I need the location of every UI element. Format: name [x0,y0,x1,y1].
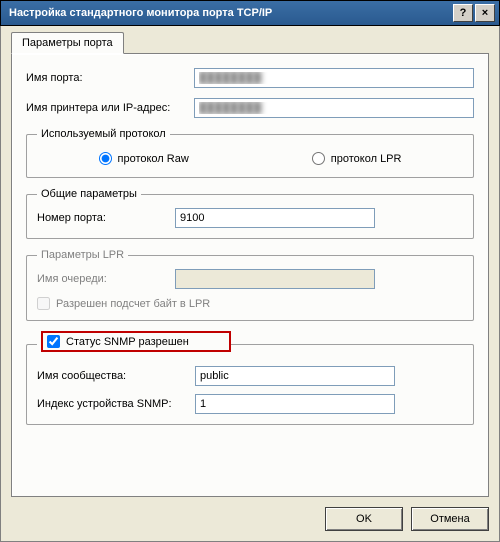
port-name-label: Имя порта: [26,72,186,84]
general-legend: Общие параметры [37,188,141,200]
protocol-raw-label: протокол Raw [118,153,189,165]
port-name-input[interactable] [194,68,474,88]
snmp-group: Статус SNMP разрешен Имя сообщества: Инд… [26,331,474,425]
dialog-body: Параметры порта Имя порта: Имя принтера … [0,26,500,542]
snmp-enable-highlight: Статус SNMP разрешен [41,331,231,352]
port-number-input[interactable] [175,208,375,228]
snmp-enable-checkbox[interactable] [47,335,60,348]
port-number-label: Номер порта: [37,212,167,224]
lpr-queue-input [175,269,375,289]
ok-button[interactable]: OK [325,507,403,531]
lpr-queue-label: Имя очереди: [37,273,167,285]
titlebar: Настройка стандартного монитора порта TC… [0,0,500,26]
tab-port-params[interactable]: Параметры порта [11,32,124,54]
snmp-community-input[interactable] [195,366,395,386]
printer-addr-row: Имя принтера или IP-адрес: [26,98,474,118]
snmp-index-label: Индекс устройства SNMP: [37,398,187,410]
snmp-community-label: Имя сообщества: [37,370,187,382]
lpr-bytecount-label: Разрешен подсчет байт в LPR [56,298,210,310]
help-button[interactable]: ? [453,4,473,22]
protocol-lpr-radio[interactable]: протокол LPR [312,152,402,165]
general-group: Общие параметры Номер порта: [26,188,474,239]
lpr-bytecount-input [37,297,50,310]
lpr-legend: Параметры LPR [37,249,128,261]
window-title: Настройка стандартного монитора порта TC… [9,7,451,19]
snmp-index-input[interactable] [195,394,395,414]
printer-addr-input[interactable] [194,98,474,118]
snmp-enable-label: Статус SNMP разрешен [66,336,189,348]
lpr-bytecount-check: Разрешен подсчет байт в LPR [37,297,463,310]
protocol-raw-input[interactable] [99,152,112,165]
protocol-group: Используемый протокол протокол Raw прото… [26,128,474,178]
port-number-row: Номер порта: [37,208,463,228]
snmp-index-row: Индекс устройства SNMP: [37,394,463,414]
protocol-raw-radio[interactable]: протокол Raw [99,152,189,165]
tab-panel: Имя порта: Имя принтера или IP-адрес: Ис… [11,53,489,497]
lpr-group: Параметры LPR Имя очереди: Разрешен подс… [26,249,474,321]
snmp-community-row: Имя сообщества: [37,366,463,386]
dialog-buttons: OK Отмена [11,497,489,531]
protocol-legend: Используемый протокол [37,128,170,140]
port-name-row: Имя порта: [26,68,474,88]
protocol-lpr-input[interactable] [312,152,325,165]
lpr-queue-row: Имя очереди: [37,269,463,289]
cancel-button[interactable]: Отмена [411,507,489,531]
printer-addr-label: Имя принтера или IP-адрес: [26,102,186,114]
tab-strip: Параметры порта [11,32,489,54]
close-button[interactable]: × [475,4,495,22]
protocol-lpr-label: протокол LPR [331,153,402,165]
